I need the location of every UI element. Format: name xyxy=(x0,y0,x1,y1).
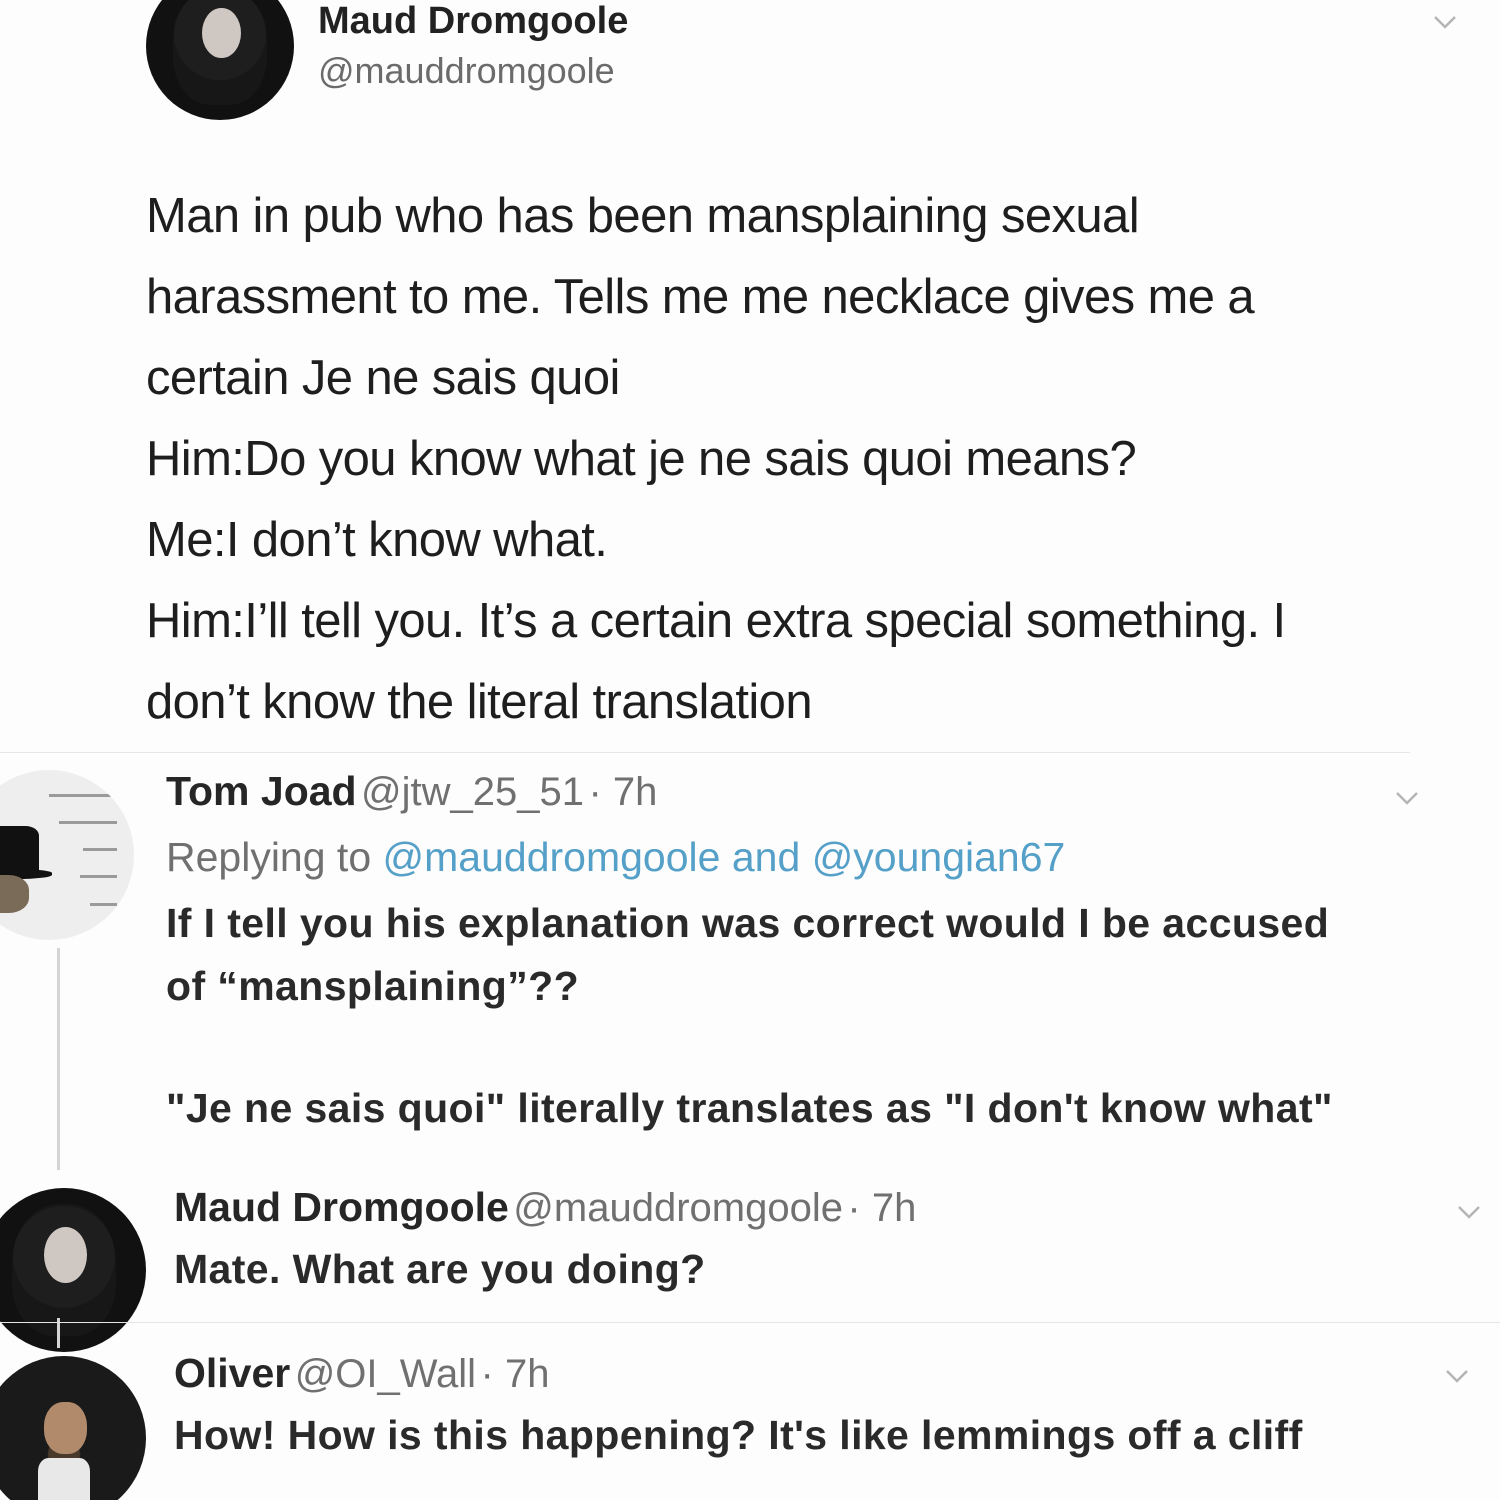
replying-to-joiner: and xyxy=(731,834,801,880)
avatar-text-line xyxy=(83,848,117,852)
tweet-body: Man in pub who has been mansplaining sex… xyxy=(146,176,1286,743)
avatar-maud-dromgoole[interactable] xyxy=(0,1188,146,1352)
replying-to-link[interactable]: @youngian67 xyxy=(812,834,1066,880)
tweet-line: Man in pub who has been mansplaining sex… xyxy=(146,189,1140,243)
reply-header: Maud Dromgoole @mauddromgoole · 7h xyxy=(174,1184,916,1231)
author-handle[interactable]: @mauddromgoole xyxy=(318,50,615,92)
reply-header: Oliver @OI_Wall · 7h xyxy=(174,1350,549,1397)
reply-author-handle[interactable]: @jtw_25_51 xyxy=(361,770,584,814)
tweet-line: don’t know the literal translation xyxy=(146,675,813,729)
tweet-line: Him:I’ll tell you. It’s a certain extra … xyxy=(146,594,1286,648)
chevron-down-icon[interactable] xyxy=(1444,1368,1470,1384)
avatar-oliver[interactable] xyxy=(0,1356,146,1500)
chevron-down-icon[interactable] xyxy=(1394,790,1420,806)
tweet-line: harassment to me. Tells me me necklace g… xyxy=(146,270,1255,324)
reply-author-handle[interactable]: @mauddromgoole xyxy=(513,1186,843,1230)
divider xyxy=(0,752,1410,753)
reply-header: Tom Joad @jtw_25_51 · 7h xyxy=(166,768,657,815)
reply-time: · 7h xyxy=(480,1352,550,1396)
reply-time: · 7h xyxy=(847,1186,917,1230)
avatar-shirt xyxy=(37,1457,91,1500)
reply-author-name[interactable]: Oliver xyxy=(174,1350,290,1396)
reply-text: How! How is this happening? It's like le… xyxy=(174,1412,1303,1458)
replying-to-prefix: Replying to xyxy=(166,834,372,880)
tweet-line: Him:Do you know what je ne sais quoi mea… xyxy=(146,432,1137,486)
avatar-text-line xyxy=(49,793,117,797)
replying-to: Replying to @mauddromgoole and @youngian… xyxy=(166,834,1065,881)
author-name[interactable]: Maud Dromgoole xyxy=(318,0,628,43)
chevron-down-icon[interactable] xyxy=(1432,14,1458,30)
avatar-face xyxy=(202,7,241,58)
avatar-hat xyxy=(0,826,39,874)
reply-author-name[interactable]: Tom Joad xyxy=(166,768,357,814)
avatar-face xyxy=(0,875,29,913)
avatar-text-line xyxy=(59,821,117,824)
avatar-text-line xyxy=(79,875,117,879)
reply-author-name[interactable]: Maud Dromgoole xyxy=(174,1184,509,1230)
avatar-face xyxy=(44,1401,87,1455)
tweet-line: certain Je ne sais quoi xyxy=(146,351,620,405)
reply-time: · 7h xyxy=(588,770,658,814)
tweet-line: Me:I don’t know what. xyxy=(146,513,608,567)
divider xyxy=(0,1322,1500,1323)
avatar-face xyxy=(44,1227,87,1284)
avatar-text-line xyxy=(89,902,117,906)
reply-text-line: of “mansplaining”?? xyxy=(166,963,580,1009)
chevron-down-icon[interactable] xyxy=(1456,1204,1482,1220)
avatar-maud-dromgoole[interactable] xyxy=(146,0,294,120)
reply-text: Mate. What are you doing? xyxy=(174,1246,706,1292)
reply-author-handle[interactable]: @OI_Wall xyxy=(295,1352,476,1396)
avatar-tom-joad[interactable] xyxy=(0,770,134,940)
reply-text-line: "Je ne sais quoi" literally translates a… xyxy=(166,1085,1333,1131)
tweet-thread: Maud Dromgoole @mauddromgoole Man in pub… xyxy=(0,0,1500,1500)
reply-text-line: If I tell you his explanation was correc… xyxy=(166,900,1330,946)
replying-to-link[interactable]: @mauddromgoole xyxy=(383,834,721,880)
thread-connector xyxy=(57,948,60,1170)
